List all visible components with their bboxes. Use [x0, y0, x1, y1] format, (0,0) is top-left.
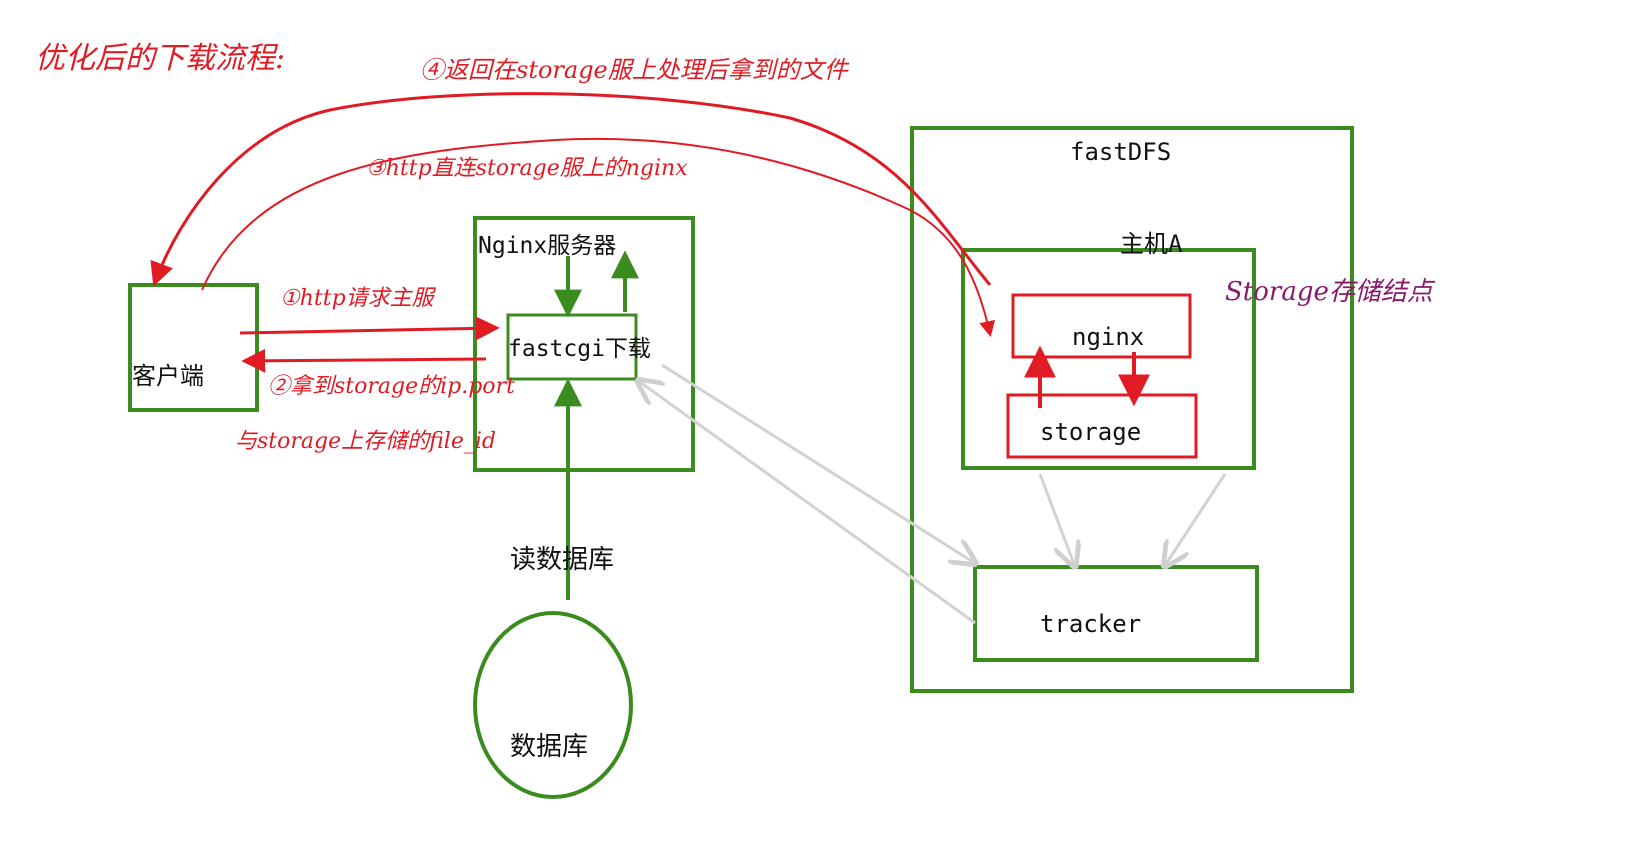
tracker-label: tracker [1040, 610, 1141, 638]
storage-nginx-label: nginx [1072, 323, 1144, 351]
database-ellipse [473, 611, 633, 799]
storage-to-tracker-arrow-2 [1166, 473, 1227, 564]
fastdfs-label: fastDFS [1070, 138, 1171, 166]
nginx-server-label: Nginx服务器 [478, 233, 616, 259]
client-label: 客户端 [132, 362, 204, 390]
client-box [128, 283, 259, 412]
fastcgi-to-tracker-arrow [661, 363, 973, 562]
storage-label: storage [1040, 418, 1141, 446]
fastcgi-label: fastcgi下载 [508, 336, 651, 362]
diagram-title: 优化后的下载流程: [35, 41, 285, 76]
step2-label-line2: 与storage上存储的file_id [235, 429, 496, 454]
storage-to-tracker-arrow-1 [1038, 473, 1074, 564]
step3-label: ③http直连storage服上的nginx [366, 156, 688, 181]
step2-label-line1: ②拿到storage的ip.port [268, 374, 515, 399]
host-a-label: 主机A [1120, 230, 1183, 258]
step1-label: ①http请求主服 [280, 286, 437, 311]
fastdfs-box [910, 126, 1354, 693]
step2-return-arrow [241, 348, 487, 373]
download-flow-diagram: 优化后的下载流程: 客户端 Nginx服务器 fastcgi下载 读数据库 数据… [35, 41, 1436, 799]
storage-node-label: Storage存储结点 [1225, 277, 1436, 307]
step4-label: ④返回在storage服上处理后拿到的文件 [420, 56, 850, 84]
step1-request-arrow [239, 316, 500, 341]
tracker-to-fastcgi-arrow [640, 382, 976, 625]
database-label: 数据库 [510, 732, 588, 762]
read-db-label: 读数据库 [510, 545, 614, 575]
